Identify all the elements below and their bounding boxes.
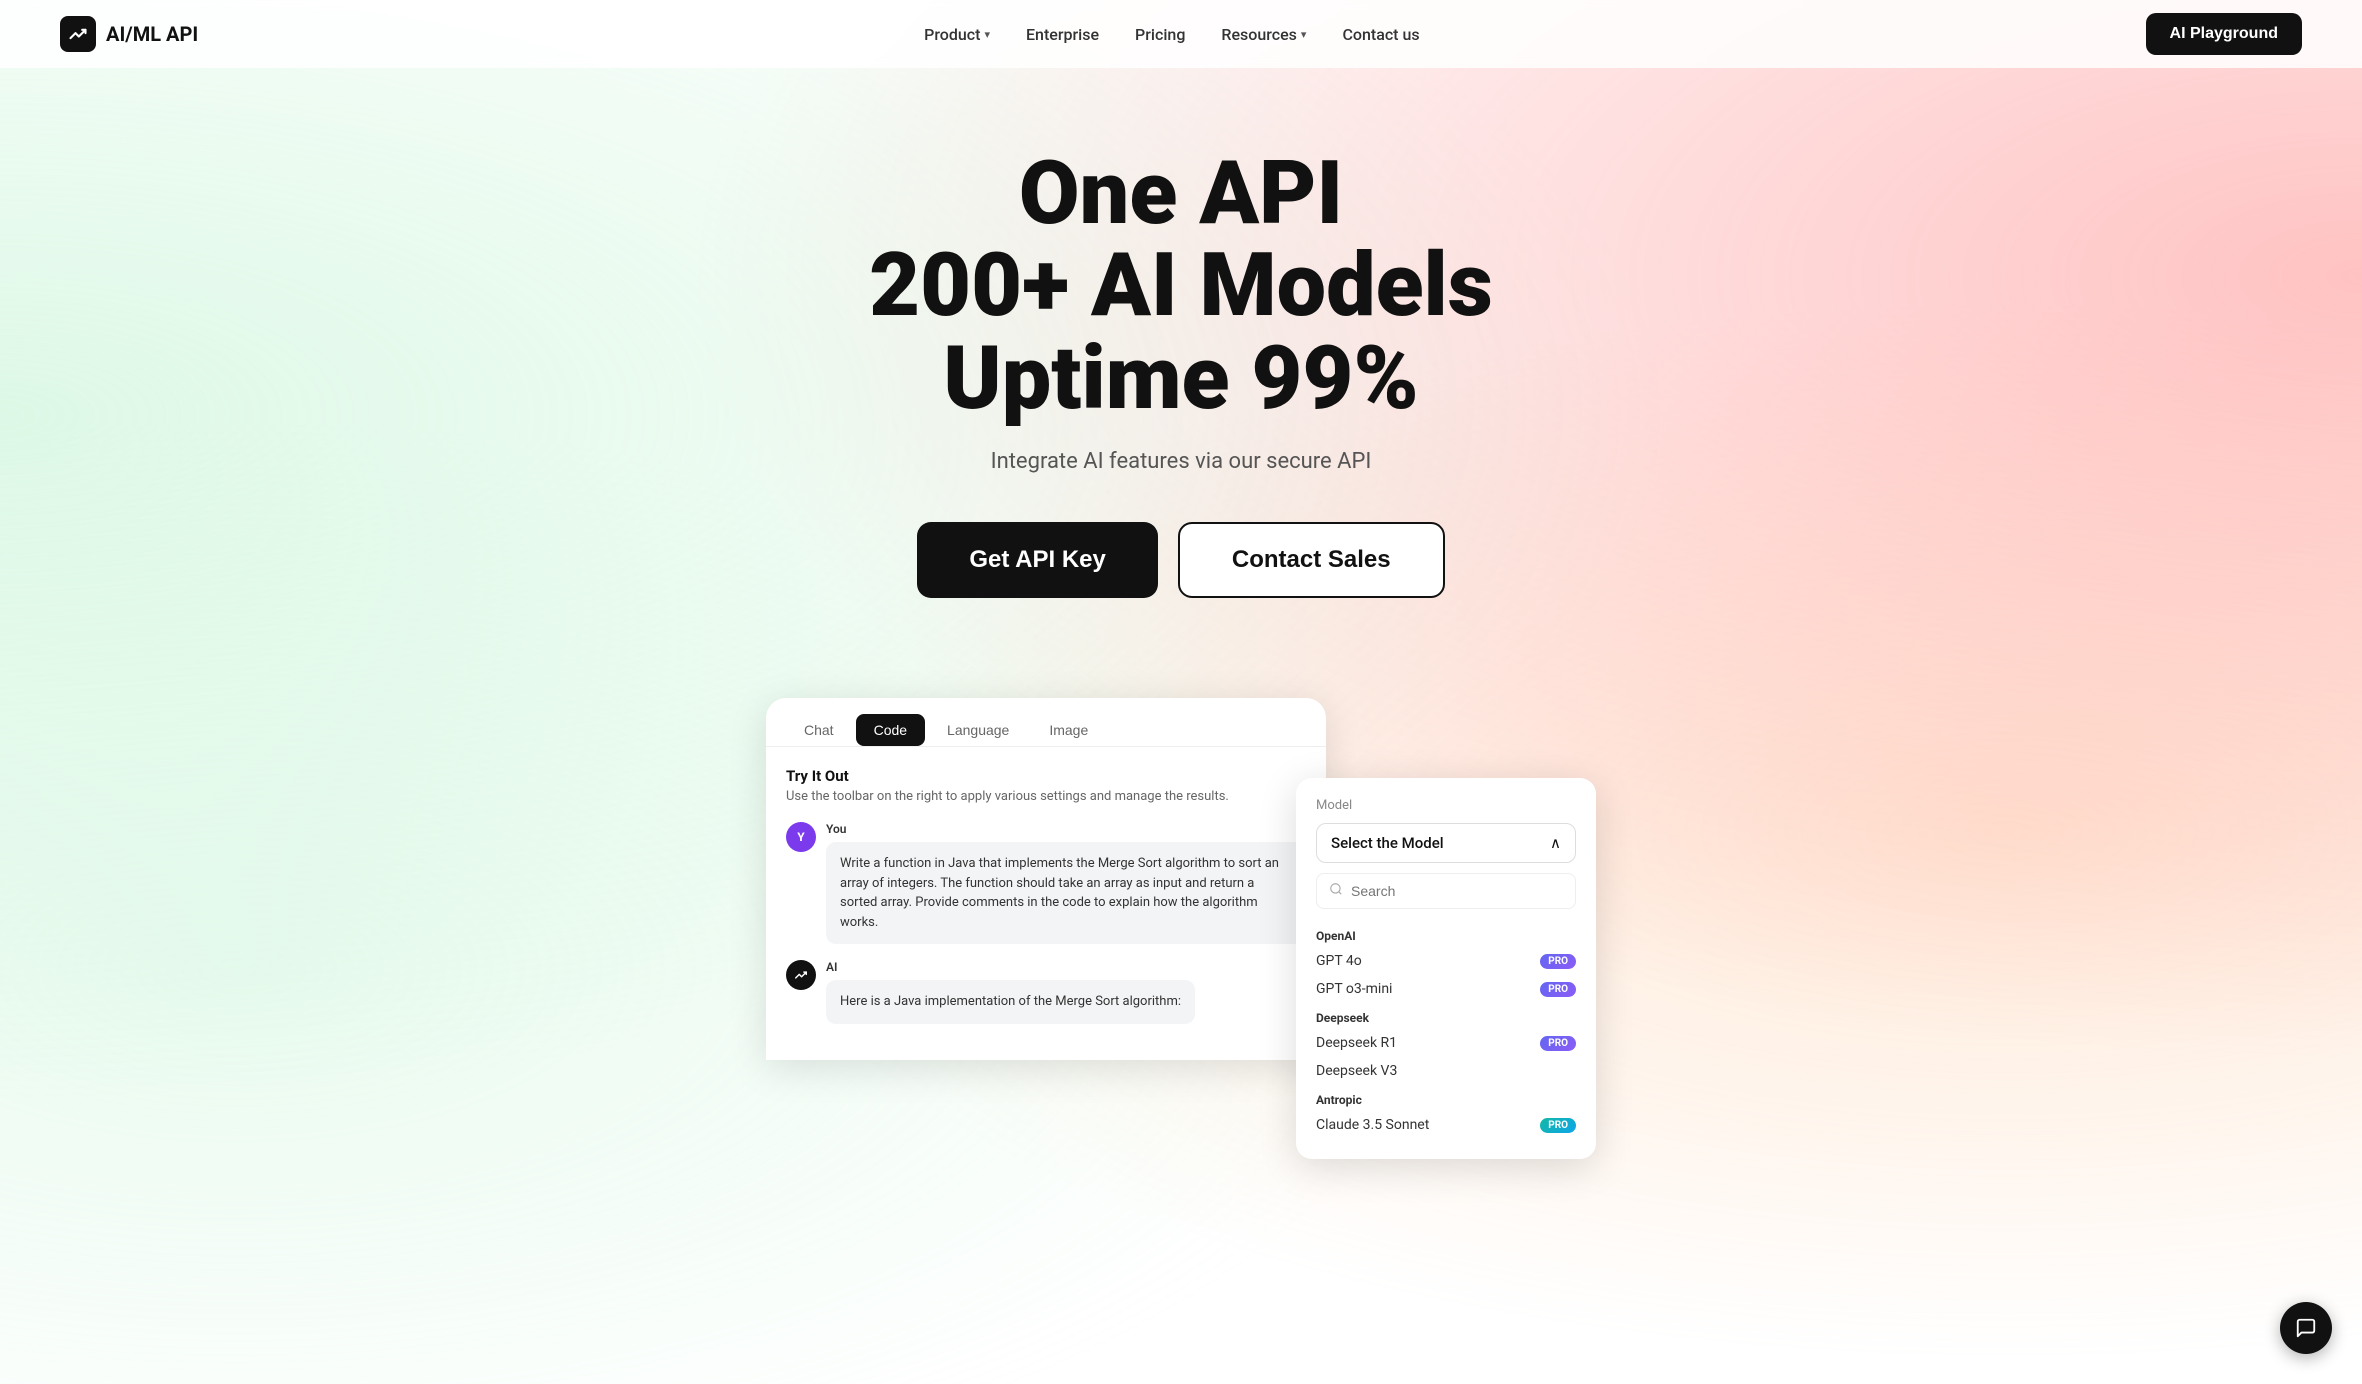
nav-link-product[interactable]: Product ▾ — [924, 25, 990, 44]
model-name-deepseek-v3: Deepseek V3 — [1316, 1063, 1397, 1079]
hero-heading: One API 200+ AI Models Uptime 99% — [20, 148, 2342, 425]
list-item[interactable]: Claude 3.5 Sonnet PRO — [1316, 1111, 1576, 1139]
search-box — [1316, 873, 1576, 909]
model-list: OpenAI GPT 4o PRO GPT o3-mini PRO Deepse… — [1316, 921, 1576, 1139]
contact-sales-button[interactable]: Contact Sales — [1178, 522, 1445, 598]
provider-deepseek: Deepseek — [1316, 1011, 1576, 1025]
list-item[interactable]: Deepseek V3 — [1316, 1057, 1576, 1085]
nav-item-resources[interactable]: Resources ▾ — [1221, 25, 1306, 44]
list-item[interactable]: GPT o3-mini PRO — [1316, 975, 1576, 1003]
avatar-ai — [786, 960, 816, 990]
message-bubble-you: Write a function in Java that implements… — [826, 842, 1306, 944]
nav-link-resources[interactable]: Resources ▾ — [1221, 25, 1306, 44]
badge-pro-gpt4o: PRO — [1540, 954, 1576, 969]
nav-item-pricing[interactable]: Pricing — [1135, 25, 1185, 44]
try-it-out-title: Try It Out — [786, 767, 1306, 785]
message-bubble-ai: Here is a Java implementation of the Mer… — [826, 980, 1195, 1024]
avatar-you: Y — [786, 822, 816, 852]
model-name-gpto3mini: GPT o3-mini — [1316, 981, 1392, 997]
model-select-placeholder: Select the Model — [1331, 834, 1444, 852]
chat-panel: Chat Code Language Image Try It Out Use … — [766, 698, 1326, 1060]
badge-pro-deepseek-r1: PRO — [1540, 1036, 1576, 1051]
nav-item-contact[interactable]: Contact us — [1342, 25, 1419, 44]
provider-antropic: Antropic — [1316, 1093, 1576, 1107]
hero-section: One API 200+ AI Models Uptime 99% Integr… — [0, 68, 2362, 658]
model-name-claude: Claude 3.5 Sonnet — [1316, 1117, 1429, 1133]
logo-icon — [60, 16, 96, 52]
nav-links: Product ▾ Enterprise Pricing Resources ▾… — [924, 25, 1419, 44]
hero-subtitle: Integrate AI features via our secure API — [20, 449, 2342, 474]
model-search-input[interactable] — [1351, 883, 1563, 899]
list-item[interactable]: Deepseek R1 PRO — [1316, 1029, 1576, 1057]
tab-image[interactable]: Image — [1031, 714, 1106, 746]
try-it-out-desc: Use the toolbar on the right to apply va… — [786, 789, 1306, 804]
message-label-ai: AI — [826, 960, 1195, 974]
hero-buttons: Get API Key Contact Sales — [20, 522, 2342, 598]
try-it-out: Try It Out Use the toolbar on the right … — [786, 767, 1306, 804]
table-row: Y You Write a function in Java that impl… — [786, 822, 1306, 944]
provider-openai: OpenAI — [1316, 929, 1576, 943]
playground-button[interactable]: AI Playground — [2146, 13, 2302, 55]
model-name-gpt4o: GPT 4o — [1316, 953, 1362, 969]
badge-pro-claude: PRO — [1540, 1118, 1576, 1133]
chevron-down-icon: ▾ — [984, 28, 990, 41]
chevron-down-icon-2: ▾ — [1301, 28, 1307, 41]
nav-link-enterprise[interactable]: Enterprise — [1026, 25, 1099, 44]
nav-link-contact[interactable]: Contact us — [1342, 25, 1419, 44]
model-name-deepseek-r1: Deepseek R1 — [1316, 1035, 1397, 1051]
model-select-header[interactable]: Select the Model ∧ — [1316, 823, 1576, 863]
message-content-ai: AI Here is a Java implementation of the … — [826, 960, 1195, 1024]
chat-body: Try It Out Use the toolbar on the right … — [766, 747, 1326, 1060]
hero-line1: One API — [1019, 142, 1343, 245]
model-panel-label: Model — [1316, 798, 1576, 813]
nav-item-enterprise[interactable]: Enterprise — [1026, 25, 1099, 44]
nav-link-pricing[interactable]: Pricing — [1135, 25, 1185, 44]
demo-section: Chat Code Language Image Try It Out Use … — [0, 658, 2362, 1159]
hero-line2: 200+ AI Models — [869, 234, 1493, 337]
get-api-key-button[interactable]: Get API Key — [917, 522, 1158, 598]
model-panel: Model Select the Model ∧ OpenAI GPT 4o P… — [1296, 778, 1596, 1159]
tab-chat[interactable]: Chat — [786, 714, 852, 746]
message-content-you: You Write a function in Java that implem… — [826, 822, 1306, 944]
logo-link[interactable]: AI/ML API — [60, 16, 198, 52]
chat-bubble-button[interactable] — [2280, 1302, 2332, 1354]
list-item[interactable]: GPT 4o PRO — [1316, 947, 1576, 975]
hero-line3: Uptime 99% — [943, 327, 1419, 430]
chevron-up-icon: ∧ — [1550, 834, 1561, 852]
tab-language[interactable]: Language — [929, 714, 1027, 746]
tab-code[interactable]: Code — [856, 714, 925, 746]
message-label-you: You — [826, 822, 1306, 836]
logo-text: AI/ML API — [106, 22, 198, 46]
navbar: AI/ML API Product ▾ Enterprise Pricing R… — [0, 0, 2362, 68]
search-icon — [1329, 882, 1343, 900]
nav-item-product[interactable]: Product ▾ — [924, 25, 990, 44]
chat-tabs: Chat Code Language Image — [766, 698, 1326, 747]
badge-pro-gpto3mini: PRO — [1540, 982, 1576, 997]
table-row: AI Here is a Java implementation of the … — [786, 960, 1306, 1024]
